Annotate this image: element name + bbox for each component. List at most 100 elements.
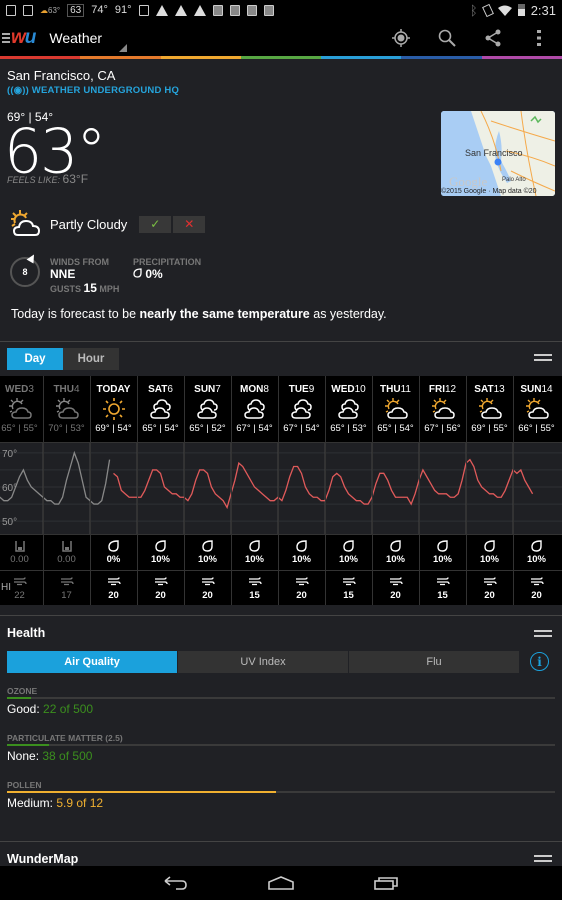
back-icon[interactable] [164, 876, 188, 890]
wind-icon [372, 576, 419, 590]
tab-uv-index[interactable]: UV Index [178, 651, 348, 673]
tab-flu[interactable]: Flu [349, 651, 519, 673]
tab-air-quality[interactable]: Air Quality [7, 651, 177, 673]
station-name[interactable]: ((◉)) WEATHER UNDERGROUND HQ [7, 85, 179, 96]
forecast-reorder-handle-icon[interactable] [534, 354, 552, 361]
metric-label: POLLEN [7, 780, 42, 790]
forecast-day-column[interactable]: THU4 70° | 53° [43, 376, 90, 434]
wind-direction-dial: 8 [10, 252, 40, 287]
recents-icon[interactable] [374, 876, 398, 890]
cloudy-icon [278, 398, 325, 420]
gusts-label: GUSTS [50, 284, 82, 294]
briefcase-check-icon [246, 4, 257, 16]
metric-bar [7, 697, 555, 699]
forecast-day-column[interactable]: WED10 65° | 53° [325, 376, 372, 434]
precip-cell: 0.00 [43, 534, 90, 565]
disagree-button[interactable]: ✕ [173, 215, 206, 233]
health-tabs: Air Quality UV Index Flu [7, 651, 519, 673]
precip-cell: 10% [325, 534, 372, 565]
forecast-day-column[interactable]: SUN14 66° | 55° [513, 376, 560, 434]
wind-icon [90, 576, 137, 590]
forecast-hilo: 65° | 55° [1, 423, 38, 434]
forecast-day-column[interactable]: TUE9 67° | 54° [278, 376, 325, 434]
map-thumbnail[interactable]: San Francisco Palo Alto Google ©2015 Goo… [441, 111, 555, 196]
forecast-summary: Today is forecast to be nearly the same … [11, 307, 387, 321]
accent-stripe [0, 56, 562, 59]
summary-text: Today is forecast to be [11, 307, 140, 321]
wind-value: 17 [61, 590, 72, 601]
bluetooth-icon: ᛒ [469, 2, 478, 18]
drop-icon [184, 540, 231, 554]
forecast-day-column[interactable]: THU11 65° | 54° [372, 376, 419, 434]
nav-drawer-button[interactable]: wu [2, 27, 36, 49]
health-reorder-handle-icon[interactable] [534, 630, 552, 637]
metric-label: OZONE [7, 686, 38, 696]
home-icon[interactable] [268, 876, 294, 890]
station-label: WEATHER UNDERGROUND HQ [31, 85, 180, 96]
forecast-day-column[interactable]: TODAY 69° | 54° [90, 376, 137, 434]
wind-value: 20 [108, 590, 119, 601]
metric-bar [7, 791, 555, 793]
forecast-day-column[interactable]: SUN7 65° | 52° [184, 376, 231, 434]
precip-cell: 0.00 [0, 534, 43, 565]
forecast-day-column[interactable]: SAT6 65° | 54° [137, 376, 184, 434]
forecast-day-label: SUN14 [520, 384, 553, 395]
wind-value: 15 [437, 590, 448, 601]
forecast-day-label: MON8 [240, 384, 269, 395]
metric-bar-fill [7, 744, 49, 746]
forecast-day-column[interactable]: WED3 65° | 55° [0, 376, 43, 434]
forecast-hilo: 66° | 55° [518, 423, 555, 434]
wind-icon [0, 576, 43, 590]
forecast-day-column[interactable]: SAT13 69° | 55° [466, 376, 513, 434]
wind-icon [278, 576, 325, 590]
station-signal-icon: ((◉)) [7, 85, 32, 96]
forecast-hilo: 67° | 54° [283, 423, 320, 434]
wind-cell: 20 [278, 570, 325, 601]
agree-button[interactable]: ✓ [139, 215, 172, 233]
cloudy-icon [137, 398, 184, 420]
forecast-hilo: 69° | 54° [95, 423, 132, 434]
temp-notification: 63 [67, 3, 85, 17]
divider [0, 615, 562, 616]
app-title[interactable]: Weather [49, 30, 102, 46]
gusts-value: 15 [83, 281, 97, 295]
forecast-day-column[interactable]: MON8 67° | 54° [231, 376, 278, 434]
drop-icon [231, 540, 278, 554]
metric-value: 38 of 500 [42, 749, 93, 763]
forecast-day-label: TODAY [96, 384, 131, 395]
wind-cell: 22 [0, 570, 43, 601]
share-button[interactable] [470, 20, 516, 56]
search-button[interactable] [424, 20, 470, 56]
precip-value: 10% [150, 554, 170, 565]
rain-gauge-icon [0, 540, 43, 554]
overflow-menu-icon [537, 30, 541, 46]
check-icon: ✓ [150, 217, 161, 231]
wind-cell: 20 [184, 570, 231, 601]
accent-stripe-segment [240, 56, 322, 59]
gusts-unit: MPH [99, 284, 120, 294]
row-divider [0, 570, 562, 571]
precip-cell: 10% [466, 534, 513, 565]
overflow-menu-button[interactable] [516, 20, 562, 56]
forecast-day-column[interactable]: FRI12 67° | 56° [419, 376, 466, 434]
tab-day[interactable]: Day [7, 348, 63, 370]
forecast-day-label: SAT6 [148, 384, 173, 395]
location-name[interactable]: San Francisco, CA [7, 68, 115, 83]
row-divider [0, 442, 562, 443]
precip-value: 10% [385, 554, 405, 565]
info-icon[interactable]: i [530, 652, 549, 671]
tab-hour[interactable]: Hour [63, 348, 119, 370]
precip-value: 10% [291, 554, 311, 565]
precip-value: 10% [479, 554, 499, 565]
partly-cloudy-icon [372, 398, 419, 420]
wind-value: 20 [296, 590, 307, 601]
wind-icon [419, 576, 466, 590]
wundermap-reorder-handle-icon[interactable] [534, 855, 552, 862]
drop-icon [372, 540, 419, 554]
precip-value: 0.00 [57, 554, 76, 565]
locate-button[interactable] [378, 20, 424, 56]
precip-cell: 10% [231, 534, 278, 565]
temperature-chart-svg: 70° 60° 50° [0, 442, 562, 534]
winds-from-label: WINDS FROM [50, 257, 109, 267]
dropdown-indicator-icon [119, 44, 127, 52]
